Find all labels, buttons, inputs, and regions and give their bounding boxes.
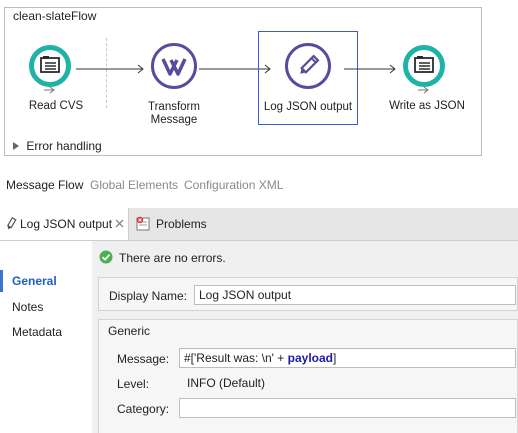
file-read-icon bbox=[40, 56, 60, 73]
tab-log-json-output[interactable]: Log JSON output bbox=[0, 208, 129, 240]
flow-canvas: clean-slateFlow Read CVS Transform Messa… bbox=[4, 7, 482, 156]
tab-global-elements[interactable]: Global Elements bbox=[90, 178, 178, 192]
read-cvs-node[interactable] bbox=[29, 45, 71, 87]
message-expression-keyword: payload bbox=[287, 351, 333, 365]
sidebar-item-notes[interactable]: Notes bbox=[12, 300, 43, 314]
close-icon[interactable] bbox=[115, 219, 124, 228]
view-tab-strip: Log JSON output Problems bbox=[0, 208, 518, 241]
tab-message-flow[interactable]: Message Flow bbox=[6, 178, 83, 192]
write-as-json-node[interactable] bbox=[403, 45, 445, 87]
level-select-value: INFO (Default) bbox=[187, 376, 266, 390]
flow-arrow bbox=[344, 64, 396, 74]
sidebar-active-indicator bbox=[0, 270, 3, 292]
message-expression-prefix: #['Result was: \n' + bbox=[184, 351, 288, 365]
message-field[interactable]: #['Result was: \n' + payload] bbox=[179, 348, 516, 368]
problems-icon bbox=[136, 216, 150, 231]
flow-arrow bbox=[76, 64, 144, 74]
status-message: There are no errors. bbox=[119, 251, 226, 265]
transform-message-node[interactable] bbox=[151, 43, 197, 89]
triangle-right-icon bbox=[13, 141, 19, 150]
tab-problems-label: Problems bbox=[156, 217, 207, 231]
error-handling-label: Error handling bbox=[26, 138, 102, 153]
category-field[interactable] bbox=[179, 398, 516, 418]
message-label: Message: bbox=[117, 352, 170, 366]
message-expression-suffix: ] bbox=[333, 351, 337, 365]
transform-message-label: Transform Message bbox=[148, 101, 200, 126]
display-name-field[interactable]: Log JSON output bbox=[194, 285, 516, 305]
generic-group-title: Generic bbox=[108, 324, 151, 338]
log-json-output-node[interactable] bbox=[285, 43, 331, 89]
arrow-down-icon bbox=[44, 86, 55, 94]
tab-problems[interactable]: Problems bbox=[136, 208, 216, 240]
file-write-icon bbox=[414, 56, 434, 73]
level-select[interactable]: INFO (Default) bbox=[183, 373, 518, 393]
error-handling-toggle[interactable]: Error handling bbox=[12, 138, 102, 153]
tab-configuration-xml[interactable]: Configuration XML bbox=[184, 178, 283, 192]
transform-icon bbox=[161, 58, 187, 76]
category-label: Category: bbox=[117, 402, 170, 416]
sidebar-item-metadata[interactable]: Metadata bbox=[12, 325, 62, 339]
properties-content: There are no errors. Display Name: Log J… bbox=[92, 241, 518, 433]
flow-title: clean-slateFlow bbox=[13, 9, 97, 23]
write-as-json-label: Write as JSON bbox=[389, 100, 465, 112]
properties-panel: General Notes Metadata There are no erro… bbox=[0, 241, 518, 433]
properties-sidebar: General Notes Metadata bbox=[0, 241, 92, 433]
logger-pencil-icon bbox=[300, 54, 320, 74]
read-cvs-label: Read CVS bbox=[28, 100, 84, 112]
display-name-label: Display Name: bbox=[109, 289, 188, 303]
tab-log-json-output-label: Log JSON output bbox=[20, 217, 113, 231]
level-label: Level: bbox=[117, 377, 150, 391]
sidebar-item-general[interactable]: General bbox=[12, 274, 57, 288]
display-name-group: Display Name: Log JSON output bbox=[98, 277, 518, 311]
log-json-output-label: Log JSON output bbox=[263, 101, 353, 113]
arrow-right-icon bbox=[418, 86, 429, 94]
pencil-icon bbox=[6, 217, 17, 230]
generic-group: Generic Message: #['Result was: \n' + pa… bbox=[98, 319, 518, 433]
success-check-icon bbox=[99, 250, 113, 264]
